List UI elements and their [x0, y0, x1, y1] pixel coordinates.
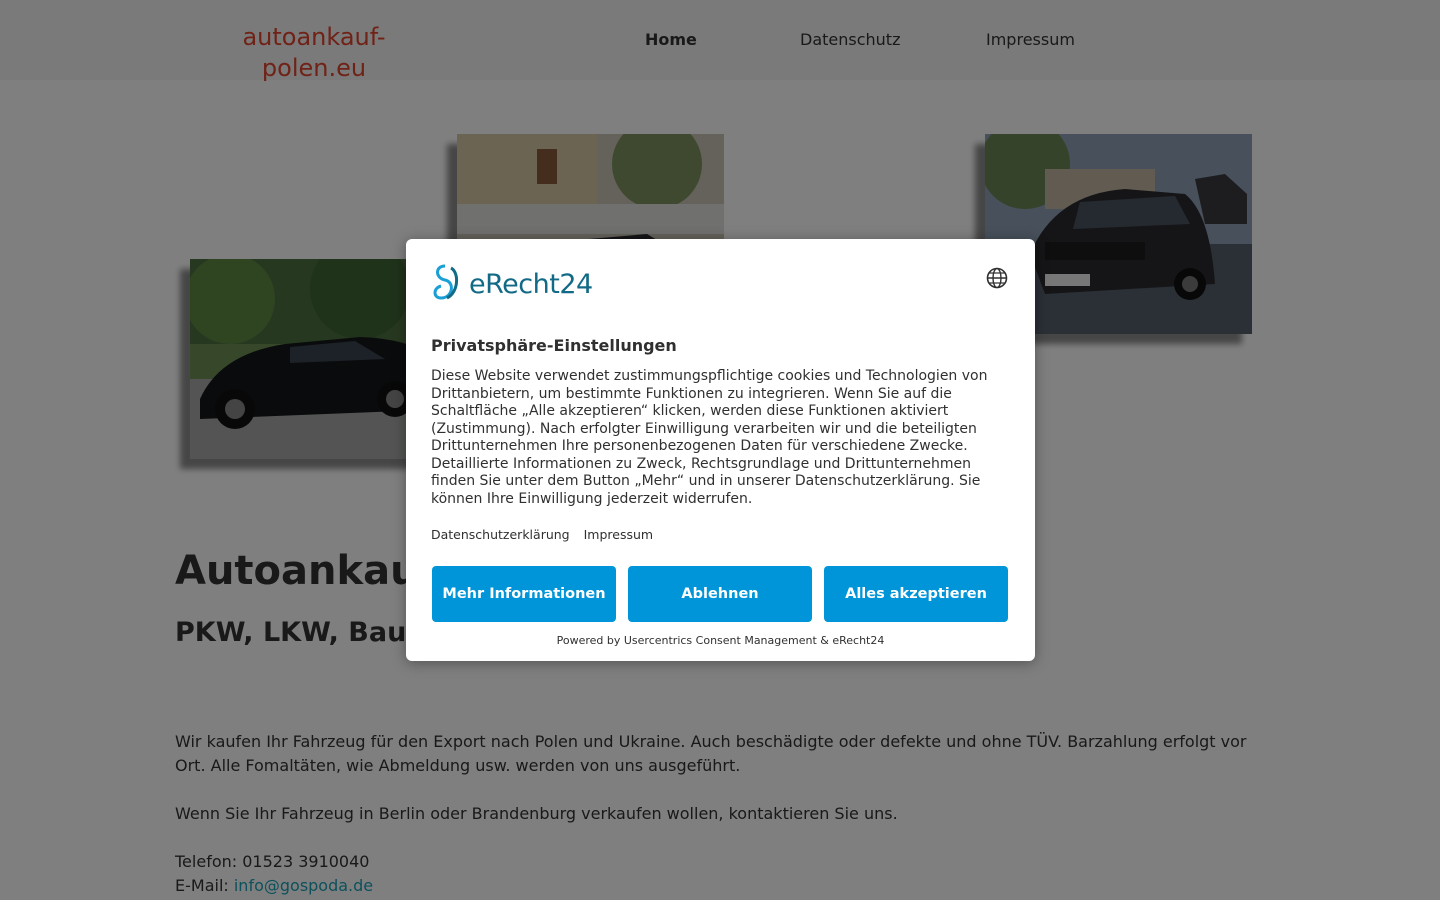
- brand-name: eRecht24: [469, 268, 593, 300]
- powered-by-text: Powered by Usercentrics Consent Manageme…: [556, 634, 885, 647]
- consent-dialog: eRecht24 Privatsphäre-Einstellungen Dies…: [406, 239, 1035, 661]
- decline-button[interactable]: Ablehnen: [628, 566, 812, 622]
- erecht24-logo-icon: [431, 262, 465, 306]
- globe-icon[interactable]: [986, 267, 1008, 289]
- consent-description: Diese Website verwendet zustimmungspflic…: [431, 368, 988, 507]
- privacy-policy-link[interactable]: Datenschutzerklärung: [431, 527, 570, 542]
- consent-links: Datenschutzerklärung Impressum: [431, 527, 663, 542]
- accept-all-button[interactable]: Alles akzeptieren: [824, 566, 1008, 622]
- more-info-button[interactable]: Mehr Informationen: [432, 566, 616, 622]
- brand-logo: eRecht24: [431, 264, 593, 304]
- consent-title: Privatsphäre-Einstellungen: [431, 336, 677, 355]
- imprint-link[interactable]: Impressum: [584, 527, 653, 542]
